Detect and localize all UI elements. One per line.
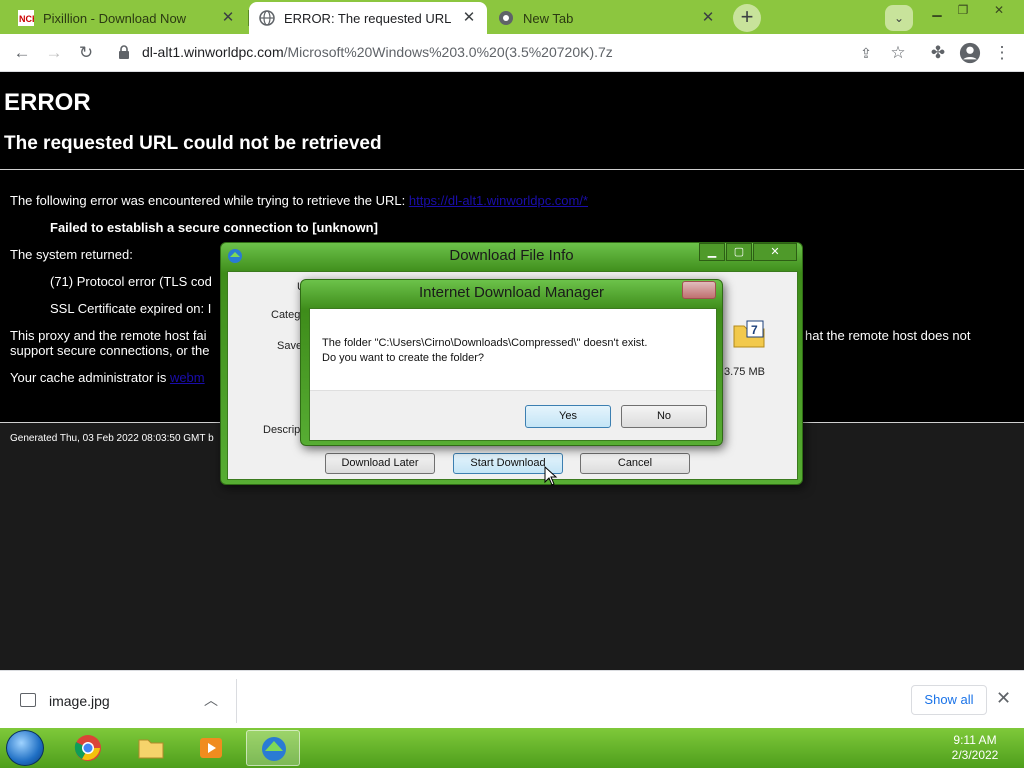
share-icon[interactable]: ⇪ bbox=[854, 41, 878, 65]
url-text: dl-alt1.winworldpc.com/Microsoft%20Windo… bbox=[142, 44, 613, 60]
category-label: Categ bbox=[271, 309, 301, 321]
generated-timestamp: Generated Thu, 03 Feb 2022 08:03:50 GMT … bbox=[10, 433, 214, 444]
tab-pixillion[interactable]: NCH Pixillion - Download Now ✕ bbox=[8, 2, 246, 34]
error-url-link[interactable]: https://dl-alt1.winworldpc.com/* bbox=[409, 193, 588, 208]
tab-strip: NCH Pixillion - Download Now ✕ ERROR: Th… bbox=[0, 0, 1024, 34]
page-title: ERROR bbox=[4, 89, 91, 116]
proxy-text-right: hat the remote host does not bbox=[805, 328, 971, 343]
chrome-icon bbox=[74, 735, 101, 761]
reload-icon[interactable]: ↻ bbox=[74, 41, 98, 65]
file-size: 3.75 MB bbox=[724, 366, 765, 378]
download-shelf: image.jpg ︿ Show all ✕ bbox=[0, 670, 1024, 728]
tab-title: Pixillion - Download Now bbox=[43, 10, 187, 26]
close-tab-icon[interactable]: ✕ bbox=[461, 10, 477, 26]
address-bar[interactable]: dl-alt1.winworldpc.com/Microsoft%20Windo… bbox=[106, 38, 916, 68]
browser-toolbar: ← → ↻ dl-alt1.winworldpc.com/Microsoft%2… bbox=[0, 34, 1024, 72]
tab-title: New Tab bbox=[523, 10, 574, 26]
dialog-message: The folder "C:\Users\Cirno\Downloads\Com… bbox=[322, 336, 647, 366]
bookmark-star-icon[interactable]: ☆ bbox=[886, 41, 910, 65]
tab-error[interactable]: ERROR: The requested URL could ✕ bbox=[249, 2, 487, 34]
tab-title: ERROR: The requested URL could bbox=[284, 10, 455, 26]
url-host: dl-alt1.winworldpc.com bbox=[142, 44, 284, 60]
media-player-icon bbox=[200, 738, 222, 758]
maximize-icon[interactable]: ▢ bbox=[726, 243, 752, 261]
system-clock[interactable]: 9:11 AM 2/3/2022 bbox=[940, 733, 1010, 763]
system-returned-label: The system returned: bbox=[10, 247, 133, 262]
close-icon[interactable] bbox=[682, 281, 716, 299]
windows-taskbar: 9:11 AM 2/3/2022 bbox=[0, 728, 1024, 768]
message-line-2: Do you want to create the folder? bbox=[322, 352, 485, 364]
close-shelf-icon[interactable]: ✕ bbox=[996, 688, 1011, 709]
chrome-icon bbox=[499, 11, 513, 25]
no-button[interactable]: No bbox=[621, 405, 707, 428]
nch-logo-icon: NCH bbox=[18, 10, 34, 26]
back-arrow-icon[interactable]: ← bbox=[10, 41, 34, 65]
profile-avatar-icon[interactable] bbox=[958, 41, 982, 65]
menu-kebab-icon[interactable]: ⋮ bbox=[990, 41, 1014, 65]
close-icon[interactable]: ✕ bbox=[753, 243, 797, 261]
mouse-cursor-icon bbox=[544, 466, 558, 486]
download-filename[interactable]: image.jpg bbox=[49, 693, 110, 709]
taskbar-idm[interactable] bbox=[246, 730, 300, 766]
folder-badge: 7 bbox=[751, 323, 758, 337]
lock-icon[interactable] bbox=[118, 45, 130, 60]
show-all-button[interactable]: Show all bbox=[911, 685, 987, 715]
cache-admin-link[interactable]: webm bbox=[170, 370, 205, 385]
yes-button[interactable]: Yes bbox=[525, 405, 611, 428]
divider bbox=[0, 169, 1024, 170]
proxy-text-left: This proxy and the remote host fai bbox=[10, 328, 207, 343]
cancel-button[interactable]: Cancel bbox=[580, 453, 690, 474]
minimize-icon[interactable]: ▁ bbox=[699, 243, 725, 261]
globe-icon bbox=[259, 10, 275, 26]
close-tab-icon[interactable]: ✕ bbox=[700, 10, 716, 26]
close-tab-icon[interactable]: ✕ bbox=[220, 10, 236, 26]
secure-connections-text: support secure connections, or the bbox=[10, 343, 210, 358]
page-subtitle: The requested URL could not be retrieved bbox=[4, 133, 382, 154]
error-intro-text: The following error was encountered whil… bbox=[10, 193, 409, 208]
chevron-up-icon[interactable]: ︿ bbox=[204, 690, 218, 710]
restore-window-icon[interactable]: ❐ bbox=[948, 0, 978, 20]
image-file-icon bbox=[20, 693, 36, 707]
cache-admin: Your cache administrator is webm bbox=[10, 370, 205, 385]
clock-date: 2/3/2022 bbox=[951, 748, 999, 762]
tab-search-chevron-icon[interactable]: ⌄ bbox=[885, 5, 913, 31]
create-folder-dialog: Internet Download Manager The folder "C:… bbox=[300, 279, 723, 446]
extensions-puzzle-icon[interactable]: ✤ bbox=[926, 41, 950, 65]
taskbar-explorer[interactable] bbox=[124, 730, 178, 766]
description-label: Descript bbox=[263, 424, 304, 436]
tab-new-tab[interactable]: New Tab ✕ bbox=[488, 2, 726, 34]
message-line-1: The folder "C:\Users\Cirno\Downloads\Com… bbox=[322, 337, 648, 349]
svg-text:NCH: NCH bbox=[19, 14, 34, 24]
forward-arrow-icon[interactable]: → bbox=[42, 41, 66, 65]
dialog-body: The folder "C:\Users\Cirno\Downloads\Com… bbox=[309, 308, 717, 441]
cache-admin-text: Your cache administrator is bbox=[10, 370, 170, 385]
url-path: /Microsoft%20Windows%203.0%20(3.5%20720K… bbox=[283, 44, 613, 60]
taskbar-chrome[interactable] bbox=[61, 730, 115, 766]
close-window-icon[interactable]: ✕ bbox=[984, 0, 1014, 20]
save-as-label: Save bbox=[277, 340, 303, 352]
dialog-title: Internet Download Manager bbox=[418, 284, 605, 301]
folder-icon bbox=[138, 739, 164, 759]
download-later-button[interactable]: Download Later bbox=[325, 453, 435, 474]
divider bbox=[236, 679, 237, 723]
start-button[interactable] bbox=[6, 730, 44, 766]
new-tab-button[interactable]: + bbox=[733, 4, 761, 32]
clock-time: 9:11 AM bbox=[953, 733, 997, 747]
taskbar-media-player[interactable] bbox=[184, 730, 238, 766]
ssl-expired-text: SSL Certificate expired on: I bbox=[50, 301, 212, 316]
dialog-button-bar: Yes No bbox=[310, 390, 716, 440]
error-intro: The following error was encountered whil… bbox=[10, 193, 588, 208]
error-reason: Failed to establish a secure connection … bbox=[50, 220, 378, 235]
idm-app-icon bbox=[262, 737, 286, 761]
folder-icon[interactable]: 7 bbox=[733, 320, 765, 348]
protocol-error-text: (71) Protocol error (TLS cod bbox=[50, 274, 212, 289]
